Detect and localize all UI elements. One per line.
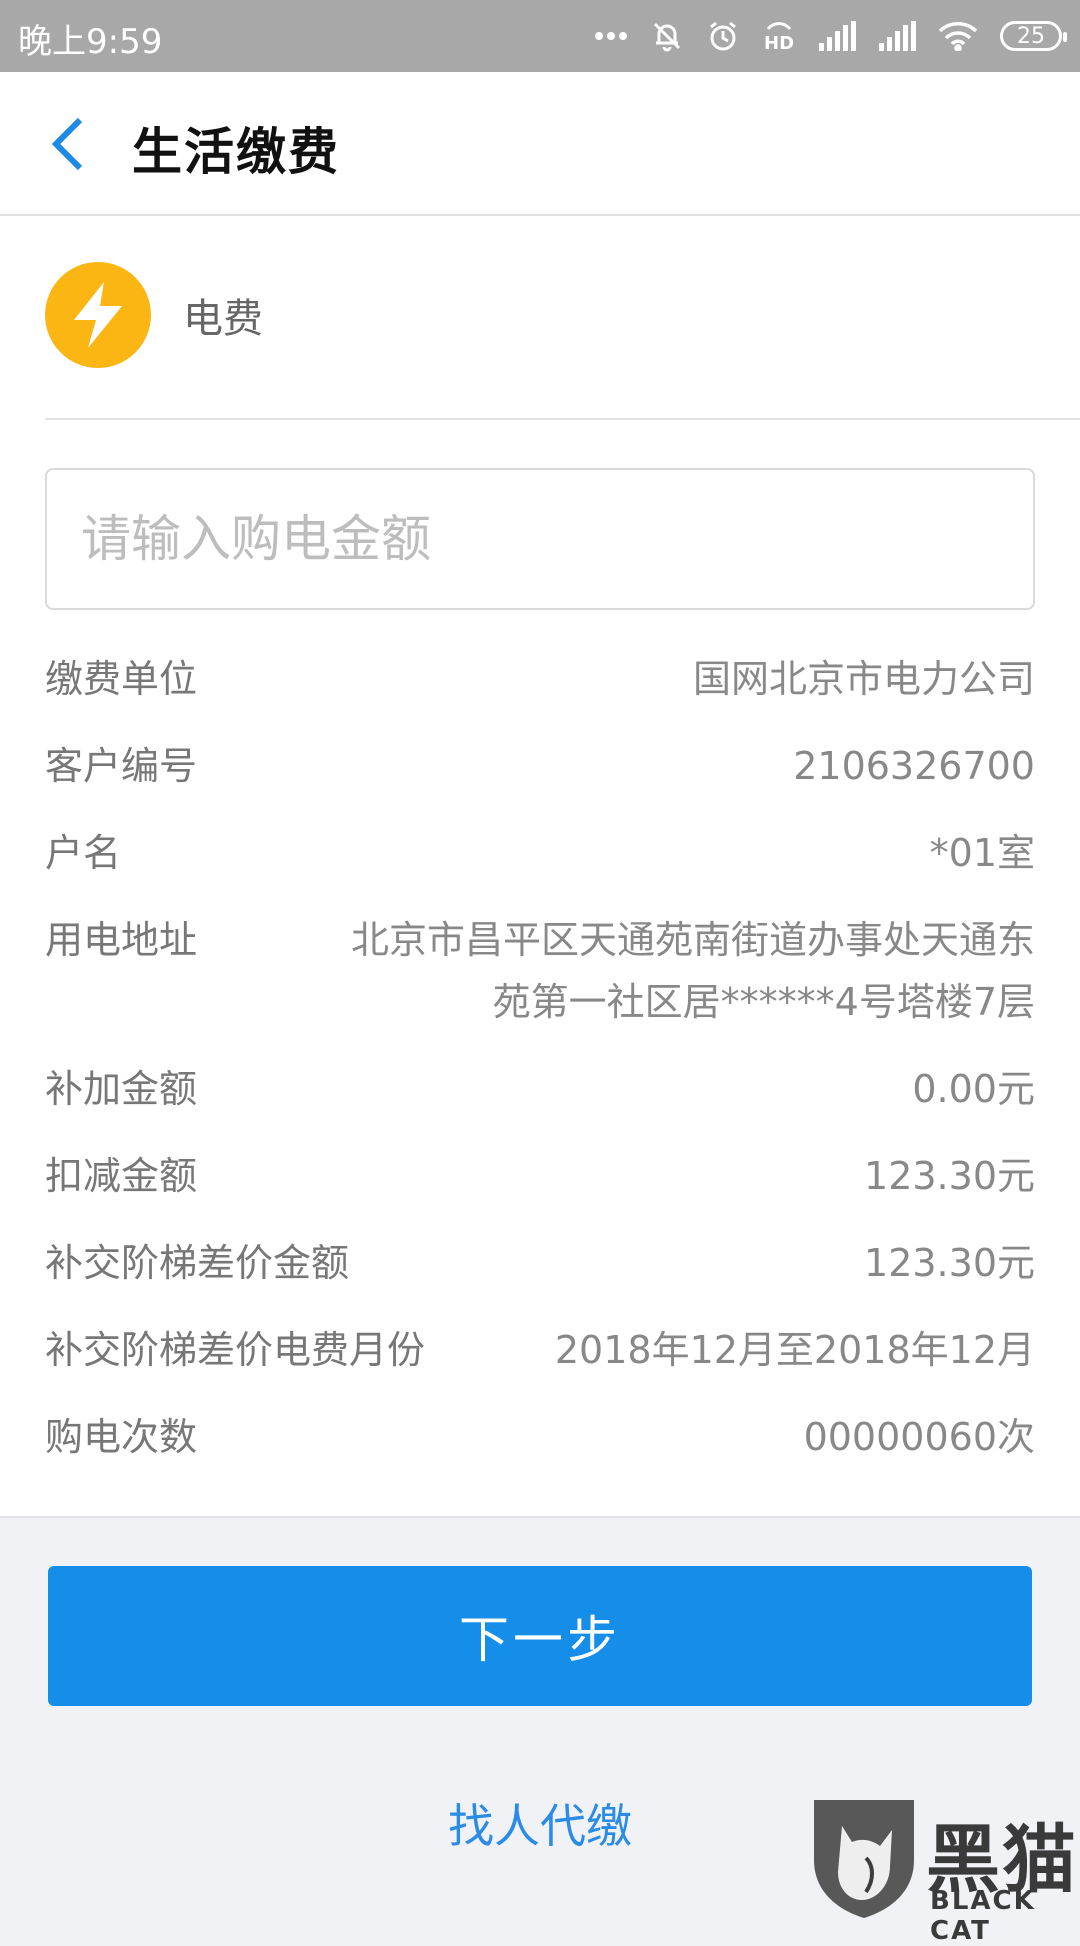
info-label: 户名 xyxy=(45,831,122,875)
info-row-deduction: 扣减金额 123.30元 xyxy=(45,1133,1035,1220)
service-type: 电费 xyxy=(45,260,263,370)
info-label: 补交阶梯差价电费月份 xyxy=(45,1328,426,1372)
app-header: 生活缴费 xyxy=(0,72,1080,216)
wifi-icon xyxy=(938,21,978,51)
watermark-subtext: BLACK CAT xyxy=(930,1886,1036,1946)
info-label: 缴费单位 xyxy=(45,657,198,701)
info-value: 国网北京市电力公司 xyxy=(692,657,1035,701)
info-value: 2106326700 xyxy=(793,744,1035,788)
info-value: 123.30元 xyxy=(864,1241,1035,1285)
amount-field[interactable] xyxy=(45,468,1035,610)
hd-icon: HD xyxy=(762,19,796,53)
service-name: 电费 xyxy=(183,296,263,342)
info-row-tier-difference: 补交阶梯差价金额 123.30元 xyxy=(45,1220,1035,1307)
info-row-address: 用电地址 北京市昌平区天通苑南街道办事处天通东苑第一社区居******4号塔楼7… xyxy=(45,897,1035,1046)
mute-bell-icon xyxy=(650,19,684,53)
info-row-payee: 缴费单位 国网北京市电力公司 xyxy=(45,636,1035,723)
bill-info-list: 缴费单位 国网北京市电力公司 客户编号 2106326700 户名 *01室 用… xyxy=(45,636,1035,1481)
back-button[interactable] xyxy=(36,108,100,180)
info-row-account-name: 户名 *01室 xyxy=(45,810,1035,897)
status-icons: HD 25 xyxy=(594,14,1067,58)
cat-shield-icon xyxy=(814,1800,914,1918)
info-value: 北京市昌平区天通苑南街道办事处天通东苑第一社区居******4号塔楼7层 xyxy=(350,918,1035,1024)
back-arrow-icon xyxy=(51,117,83,171)
watermark-logo: 黑猫 BLACK CAT xyxy=(808,1796,1080,1946)
info-value: 00000060次 xyxy=(803,1415,1035,1459)
info-value: 2018年12月至2018年12月 xyxy=(554,1328,1035,1372)
payment-form: 电费 缴费单位 国网北京市电力公司 客户编号 2106326700 户名 *01… xyxy=(0,216,1080,1518)
signal-icon xyxy=(818,21,856,51)
info-value: 123.30元 xyxy=(864,1154,1035,1198)
info-label: 补加金额 xyxy=(45,1067,198,1111)
info-label: 补交阶梯差价金额 xyxy=(45,1241,350,1285)
info-value: *01室 xyxy=(929,831,1035,875)
more-dots-icon xyxy=(594,31,628,41)
info-row-tier-months: 补交阶梯差价电费月份 2018年12月至2018年12月 xyxy=(45,1307,1035,1394)
lightning-icon xyxy=(45,262,151,368)
status-bar: 晚上9:59 HD 25 xyxy=(0,0,1080,72)
info-row-customer-id: 客户编号 2106326700 xyxy=(45,723,1035,810)
svg-text:HD: HD xyxy=(764,33,794,53)
battery-icon: 25 xyxy=(1000,21,1067,51)
info-label: 用电地址 xyxy=(45,918,198,962)
info-row-extra-amount: 补加金额 0.00元 xyxy=(45,1046,1035,1133)
info-row-purchase-count: 购电次数 00000060次 xyxy=(45,1394,1035,1481)
info-label: 扣减金额 xyxy=(45,1154,198,1198)
page-title: 生活缴费 xyxy=(132,123,340,181)
alarm-icon xyxy=(706,19,740,53)
amount-input[interactable] xyxy=(47,510,1033,568)
next-step-button[interactable]: 下一步 xyxy=(48,1566,1032,1706)
status-time: 晚上9:59 xyxy=(18,22,163,62)
divider xyxy=(45,418,1080,420)
info-label: 购电次数 xyxy=(45,1415,198,1459)
info-value: 0.00元 xyxy=(912,1067,1035,1111)
signal-icon-2 xyxy=(878,21,916,51)
info-label: 客户编号 xyxy=(45,744,198,788)
